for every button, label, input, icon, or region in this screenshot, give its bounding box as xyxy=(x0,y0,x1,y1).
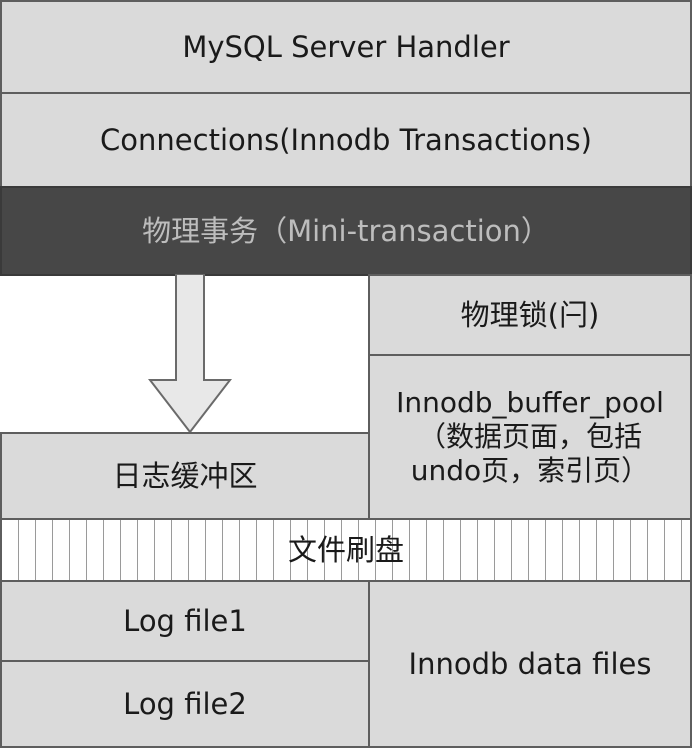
mysql-server-handler-layer: MySQL Server Handler xyxy=(0,0,692,94)
buffer-pool-box: Innodb_buffer_pool （数据页面，包括 undo页，索引页） xyxy=(368,354,692,520)
mini-transaction-layer: 物理事务（Mini-transaction） xyxy=(0,186,692,276)
physical-lock-box: 物理锁(闩) xyxy=(368,274,692,356)
log-file2-label: Log file2 xyxy=(123,686,247,721)
physical-lock-label: 物理锁(闩) xyxy=(460,297,600,332)
log-buffer-label: 日志缓冲区 xyxy=(112,458,258,493)
buffer-pool-desc-line1: （数据页面，包括 xyxy=(417,419,642,453)
mysql-server-handler-label: MySQL Server Handler xyxy=(182,29,510,64)
down-arrow-icon xyxy=(148,274,232,434)
mini-transaction-label: 物理事务（Mini-transaction） xyxy=(142,213,550,248)
data-files-box: Innodb data files xyxy=(368,580,692,748)
file-flush-layer: 文件刷盘 xyxy=(0,518,692,582)
buffer-pool-title: Innodb_buffer_pool xyxy=(396,385,664,419)
connections-label: Connections(Innodb Transactions) xyxy=(100,122,592,157)
log-buffer-box: 日志缓冲区 xyxy=(0,432,370,520)
buffer-pool-text: Innodb_buffer_pool （数据页面，包括 undo页，索引页） xyxy=(396,386,664,488)
log-file1-label: Log file1 xyxy=(123,603,247,638)
innodb-architecture-diagram: MySQL Server Handler Connections(Innodb … xyxy=(0,0,692,748)
data-files-label: Innodb data files xyxy=(408,646,652,681)
connections-layer: Connections(Innodb Transactions) xyxy=(0,92,692,188)
buffer-pool-desc-line2: undo页，索引页） xyxy=(410,454,650,488)
log-file1-box: Log file1 xyxy=(0,580,370,662)
log-file2-box: Log file2 xyxy=(0,660,370,748)
file-flush-label: 文件刷盘 xyxy=(287,532,404,567)
